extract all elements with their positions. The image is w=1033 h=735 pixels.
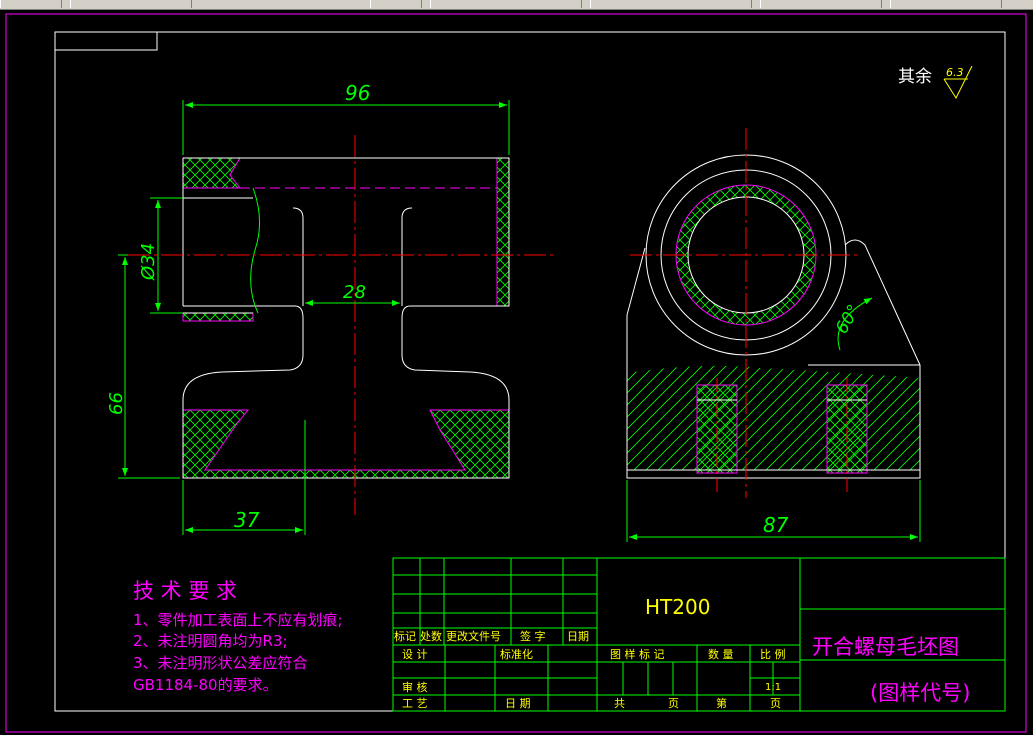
process-label: 工 艺 <box>402 697 428 710</box>
page-no-label: 第 <box>716 696 727 710</box>
front-view: 96 Ø34 28 66 37 <box>106 81 555 535</box>
roughness-value: 6.3 <box>946 66 964 79</box>
tech-req-line-2: 2、未注明圆角均为R3; <box>133 632 288 650</box>
rev-header-sign: 签 字 <box>520 629 546 643</box>
drawing-code: (图样代号) <box>870 681 970 705</box>
scale-label: 比 例 <box>760 647 786 661</box>
tech-req-line-4: GB1184-80的要求。 <box>133 676 278 694</box>
pattern-mark-label: 图 样 标 记 <box>610 647 665 661</box>
rev-header-mark: 标记 <box>394 629 416 643</box>
material: HT200 <box>645 595 710 619</box>
roughness-symbol: 其余 6.3 <box>898 65 973 100</box>
toolbar-segment[interactable] <box>590 0 752 8</box>
dim-37: 37 <box>234 508 260 532</box>
dim-87: 87 <box>763 513 789 537</box>
scale-value: 1:1 <box>765 682 781 693</box>
page-label: 页 <box>770 697 781 710</box>
dim-96: 96 <box>345 81 370 105</box>
dim-angle-60: 60° <box>832 301 864 337</box>
review-label: 审 核 <box>402 680 428 694</box>
dim-66: 66 <box>106 392 127 415</box>
rev-header-doc: 更改文件号 <box>446 629 501 643</box>
total-label: 共 <box>614 697 625 710</box>
tech-req-title: 技 术 要 求 <box>133 579 237 603</box>
side-view: 60° 87 <box>626 128 921 542</box>
dim-28: 28 <box>343 282 366 303</box>
cad-drawing-canvas[interactable]: 96 Ø34 28 66 37 60° 87 其余 6.3 技 术 要 求 1、… <box>0 10 1033 735</box>
toolbar-segment[interactable] <box>760 0 882 8</box>
standardize-label: 标准化 <box>500 647 533 661</box>
technical-requirements: 技 术 要 求 1、零件加工表面上不应有划痕; 2、未注明圆角均为R3; 3、未… <box>133 579 343 694</box>
sheet-label: 页 <box>668 697 679 710</box>
toolbar-segment[interactable] <box>370 0 422 8</box>
toolbar-segment[interactable] <box>430 0 582 8</box>
tech-req-line-3: 3、未注明形状公差应符合 <box>133 654 308 672</box>
toolbar-segment[interactable] <box>70 0 192 8</box>
toolbar-segment[interactable] <box>0 0 62 8</box>
rev-header-count: 处数 <box>420 630 442 643</box>
cad-toolbar <box>0 0 1033 10</box>
date-label: 日 期 <box>505 697 531 710</box>
tech-req-line-1: 1、零件加工表面上不应有划痕; <box>133 611 343 629</box>
quantity-label: 数 量 <box>708 648 734 661</box>
code-box <box>54 31 158 51</box>
title-block-text: HT200 开合螺母毛坯图 (图样代号) 标记 处数 更改文件号 签 字 日期 … <box>394 595 970 710</box>
dim-bore-34: Ø34 <box>138 243 159 281</box>
part-name: 开合螺母毛坯图 <box>812 635 959 659</box>
rev-header-date: 日期 <box>567 630 589 643</box>
toolbar-segment[interactable] <box>890 0 1002 8</box>
design-label: 设 计 <box>402 648 428 661</box>
roughness-label: 其余 <box>898 67 932 87</box>
